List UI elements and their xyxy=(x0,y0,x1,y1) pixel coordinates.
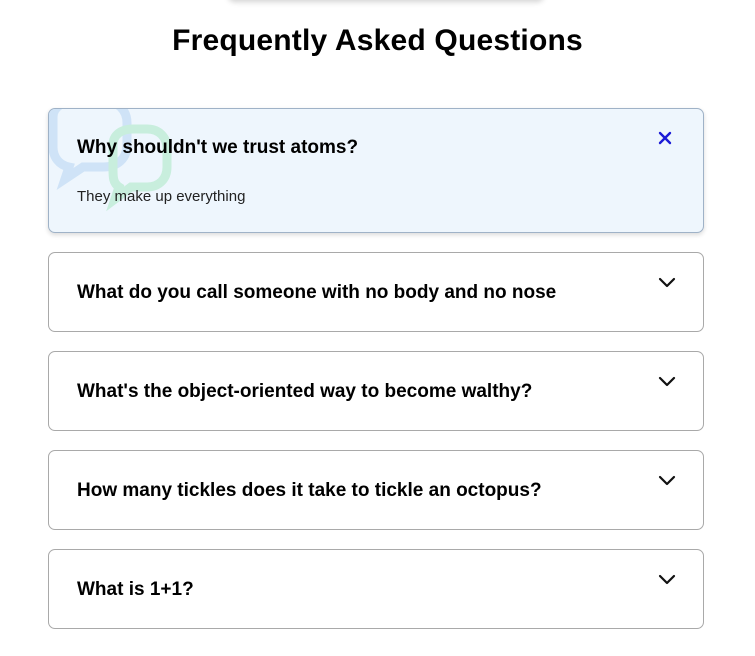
chevron-down-icon[interactable] xyxy=(655,271,679,295)
faq-question: How many tickles does it take to tickle … xyxy=(77,480,542,501)
faq-page: Frequently Asked Questions Why shouldn't… xyxy=(0,0,755,656)
chevron-down-icon[interactable] xyxy=(655,370,679,394)
faq-item[interactable]: What's the object-oriented way to become… xyxy=(48,351,704,431)
faq-item[interactable]: What is 1+1? xyxy=(48,549,704,629)
faq-question: What do you call someone with no body an… xyxy=(77,282,557,303)
chevron-down-icon[interactable] xyxy=(655,469,679,493)
close-icon[interactable] xyxy=(653,126,677,150)
chat-bubbles-icon xyxy=(49,109,172,212)
chevron-down-icon[interactable] xyxy=(655,568,679,592)
faq-item[interactable]: How many tickles does it take to tickle … xyxy=(48,450,704,530)
faq-question: Why shouldn't we trust atoms? xyxy=(77,137,359,158)
faq-item[interactable]: Why shouldn't we trust atoms? They make … xyxy=(48,108,704,233)
faq-question: What's the object-oriented way to become… xyxy=(77,381,533,402)
faq-item[interactable]: What do you call someone with no body an… xyxy=(48,252,704,332)
faq-list: Why shouldn't we trust atoms? They make … xyxy=(48,108,704,648)
faq-question: What is 1+1? xyxy=(77,579,194,600)
page-title: Frequently Asked Questions xyxy=(172,24,583,57)
faq-answer: They make up everything xyxy=(77,188,246,205)
